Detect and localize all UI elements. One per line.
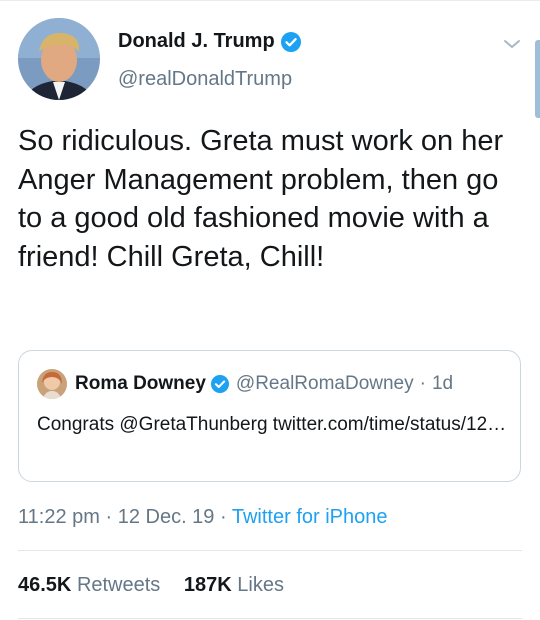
tweet-text: So ridiculous. Greta must work on her An… xyxy=(18,125,504,273)
tweet-time: 11:22 pm xyxy=(18,506,100,528)
quoted-tweet-header: Roma Downey @RealRomaDowney · 1d xyxy=(37,369,453,399)
verified-badge-icon xyxy=(210,375,229,393)
quoted-author-avatar xyxy=(37,369,67,399)
likes-stat[interactable]: 187K Likes xyxy=(184,574,284,596)
quoted-tweet-card[interactable]: Roma Downey @RealRomaDowney · 1d Congrat… xyxy=(18,350,521,482)
meta-separator: · xyxy=(105,506,113,528)
quoted-tweet-text: Congrats @GretaThunberg twitter.com/time… xyxy=(37,414,507,435)
quoted-separator: · xyxy=(419,373,426,394)
tweet-meta: 11:22 pm · 12 Dec. 19 · Twitter for iPho… xyxy=(18,506,388,529)
author-row: Donald J. Trump xyxy=(118,30,301,53)
likes-count: 187K xyxy=(183,574,232,596)
verified-badge-icon xyxy=(280,31,301,52)
divider xyxy=(18,550,522,551)
meta-separator: · xyxy=(220,506,227,528)
divider xyxy=(18,618,522,619)
likes-label: Likes xyxy=(237,574,284,596)
author-handle[interactable]: @realDonaldTrump xyxy=(118,68,292,91)
scroll-indicator[interactable] xyxy=(535,40,540,118)
retweets-stat[interactable]: 46.5K Retweets xyxy=(18,574,160,596)
quoted-author-handle: @RealRomaDowney xyxy=(235,373,414,394)
quoted-age: 1d xyxy=(431,373,454,394)
tweet-source-link[interactable]: Twitter for iPhone xyxy=(232,506,388,528)
top-divider xyxy=(0,0,540,1)
avatar[interactable] xyxy=(18,18,100,100)
author-name[interactable]: Donald J. Trump xyxy=(118,30,275,53)
tweet-header: Donald J. Trump @realDonaldTrump xyxy=(18,18,528,108)
chevron-down-icon[interactable] xyxy=(502,34,522,54)
tweet-stats: 46.5K Retweets 187K Likes xyxy=(18,574,284,597)
quoted-author-name: Roma Downey xyxy=(75,373,206,394)
retweets-label: Retweets xyxy=(76,574,161,596)
tweet-date: 12 Dec. 19 xyxy=(117,506,215,528)
retweets-count: 46.5K xyxy=(18,574,72,596)
